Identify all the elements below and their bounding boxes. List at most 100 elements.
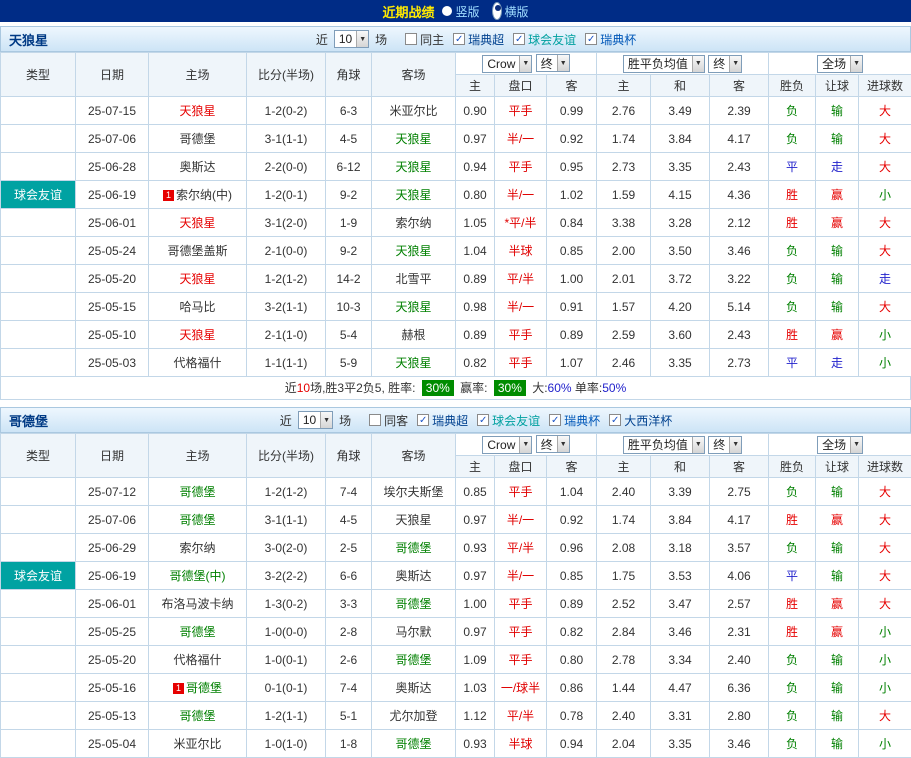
home-team-cell[interactable]: 索尔纳 [149, 534, 247, 562]
home-team-cell[interactable]: 米亚尔比 [149, 730, 247, 758]
filter-checkbox[interactable]: ✓球会友谊 [477, 412, 540, 429]
home-team-cell[interactable]: 1哥德堡 [149, 674, 247, 702]
filter-label: 同客 [384, 412, 408, 429]
away-team-cell[interactable]: 天狼星 [372, 153, 456, 181]
home-team-cell[interactable]: 哥德堡 [149, 478, 247, 506]
away-team-cell[interactable]: 尤尔加登 [372, 702, 456, 730]
odds-time-select[interactable]: 终▼ [536, 54, 570, 72]
score-cell: 1-3(0-2) [247, 590, 326, 618]
away-team-cell[interactable]: 天狼星 [372, 506, 456, 534]
home-team-cell[interactable]: 天狼星 [149, 209, 247, 237]
away-team-cell[interactable]: 天狼星 [372, 181, 456, 209]
odds-home-cell: 0.82 [456, 349, 495, 377]
match-date-cell: 25-06-29 [76, 534, 149, 562]
bookmaker-select[interactable]: Crow▼ [482, 55, 532, 73]
away-team-cell[interactable]: 哥德堡 [372, 730, 456, 758]
home-team-cell[interactable]: 布洛马波卡纳 [149, 590, 247, 618]
radio-selected-icon[interactable] [492, 2, 502, 20]
home-team-cell[interactable]: 哥德堡 [149, 618, 247, 646]
recent-count-select[interactable]: 10▼ [334, 30, 369, 48]
checkbox-checked-icon[interactable]: ✓ [477, 414, 489, 426]
away-team-cell[interactable]: 天狼星 [372, 237, 456, 265]
away-team-cell[interactable]: 埃尔夫斯堡 [372, 478, 456, 506]
recent-count-select[interactable]: 10▼ [298, 411, 333, 429]
checkbox-checked-icon[interactable]: ✓ [453, 33, 465, 45]
home-team-cell[interactable]: 哥德堡(中) [149, 562, 247, 590]
home-team-cell[interactable]: 哥德堡 [149, 506, 247, 534]
result-cell: 负 [769, 730, 816, 758]
match-row: 瑞典超25-07-12哥德堡1-2(1-2)7-4埃尔夫斯堡0.85平手1.04… [1, 478, 911, 506]
avg-time-select[interactable]: 终▼ [708, 55, 742, 73]
away-team-cell[interactable]: 哥德堡 [372, 590, 456, 618]
home-team-cell[interactable]: 天狼星 [149, 321, 247, 349]
red-card-badge: 1 [163, 190, 174, 201]
home-team-cell[interactable]: 哥德堡 [149, 702, 247, 730]
home-team-cell[interactable]: 哥德堡盖斯 [149, 237, 247, 265]
layout-radio-option[interactable]: 横版 [492, 2, 529, 20]
away-team-cell[interactable]: 奥斯达 [372, 562, 456, 590]
avg-home-cell: 2.04 [597, 730, 651, 758]
handicap-cell: 半球 [495, 237, 547, 265]
score-cell: 1-0(0-0) [247, 618, 326, 646]
checkbox-unchecked-icon[interactable] [405, 33, 417, 45]
avg-draw-cell: 4.15 [651, 181, 710, 209]
league-type-cell: 瑞典超 [1, 97, 76, 125]
away-team-cell[interactable]: 米亚尔比 [372, 97, 456, 125]
goals-result-cell: 小 [859, 181, 911, 209]
away-team-cell[interactable]: 哥德堡 [372, 646, 456, 674]
odds-time-select[interactable]: 终▼ [536, 435, 570, 453]
away-team-cell[interactable]: 天狼星 [372, 125, 456, 153]
result-cell: 平 [769, 349, 816, 377]
avg-home-cell: 2.08 [597, 534, 651, 562]
score-cell: 1-1(1-1) [247, 349, 326, 377]
home-team-cell[interactable]: 哈马比 [149, 293, 247, 321]
filter-checkbox[interactable]: ✓瑞典杯 [585, 31, 636, 48]
bookmaker-select[interactable]: Crow▼ [482, 436, 532, 454]
filter-checkbox[interactable]: ✓瑞典超 [417, 412, 468, 429]
away-team-cell[interactable]: 天狼星 [372, 349, 456, 377]
avg-time-select[interactable]: 终▼ [708, 436, 742, 454]
home-team-cell[interactable]: 奥斯达 [149, 153, 247, 181]
radio-icon[interactable] [442, 6, 452, 16]
scope-select[interactable]: 全场▼ [817, 436, 863, 454]
match-row: 球会友谊25-06-191索尔纳(中)1-2(0-1)9-2天狼星0.80半/一… [1, 181, 911, 209]
home-team-cell[interactable]: 天狼星 [149, 265, 247, 293]
layout-radio-option[interactable]: 竖版 [442, 3, 479, 20]
filter-checkbox[interactable]: ✓球会友谊 [513, 31, 576, 48]
handicap-cell: 平手 [495, 618, 547, 646]
home-team-cell[interactable]: 哥德堡 [149, 125, 247, 153]
corner-cell: 10-3 [326, 293, 372, 321]
checkbox-checked-icon[interactable]: ✓ [549, 414, 561, 426]
filter-checkbox[interactable]: ✓大西洋杯 [609, 412, 672, 429]
handicap-result-cell: 赢 [816, 181, 859, 209]
away-team-cell[interactable]: 索尔纳 [372, 209, 456, 237]
avg-home-cell: 3.38 [597, 209, 651, 237]
summary-text: 单率: [572, 381, 603, 395]
avg-select[interactable]: 胜平负均值▼ [623, 436, 705, 454]
away-team-cell[interactable]: 赫根 [372, 321, 456, 349]
away-team-cell[interactable]: 马尔默 [372, 618, 456, 646]
col-handicap-result: 让球 [816, 456, 859, 478]
home-team-cell[interactable]: 1索尔纳(中) [149, 181, 247, 209]
checkbox-checked-icon[interactable]: ✓ [513, 33, 525, 45]
filter-checkbox[interactable]: ✓瑞典杯 [549, 412, 600, 429]
away-team-cell[interactable]: 天狼星 [372, 293, 456, 321]
filter-checkbox[interactable]: 同主 [405, 31, 444, 48]
away-team-cell[interactable]: 奥斯达 [372, 674, 456, 702]
checkbox-unchecked-icon[interactable] [369, 414, 381, 426]
scope-select[interactable]: 全场▼ [817, 55, 863, 73]
filter-checkbox[interactable]: ✓瑞典超 [453, 31, 504, 48]
checkbox-checked-icon[interactable]: ✓ [609, 414, 621, 426]
home-team-cell[interactable]: 代格福什 [149, 349, 247, 377]
away-team-cell[interactable]: 哥德堡 [372, 534, 456, 562]
col-avg-away: 客 [710, 75, 769, 97]
home-team-cell[interactable]: 代格福什 [149, 646, 247, 674]
avg-select[interactable]: 胜平负均值▼ [623, 55, 705, 73]
avg-home-cell: 1.75 [597, 562, 651, 590]
score-cell: 3-2(1-1) [247, 293, 326, 321]
away-team-cell[interactable]: 北雪平 [372, 265, 456, 293]
checkbox-checked-icon[interactable]: ✓ [417, 414, 429, 426]
checkbox-checked-icon[interactable]: ✓ [585, 33, 597, 45]
filter-checkbox[interactable]: 同客 [369, 412, 408, 429]
home-team-cell[interactable]: 天狼星 [149, 97, 247, 125]
